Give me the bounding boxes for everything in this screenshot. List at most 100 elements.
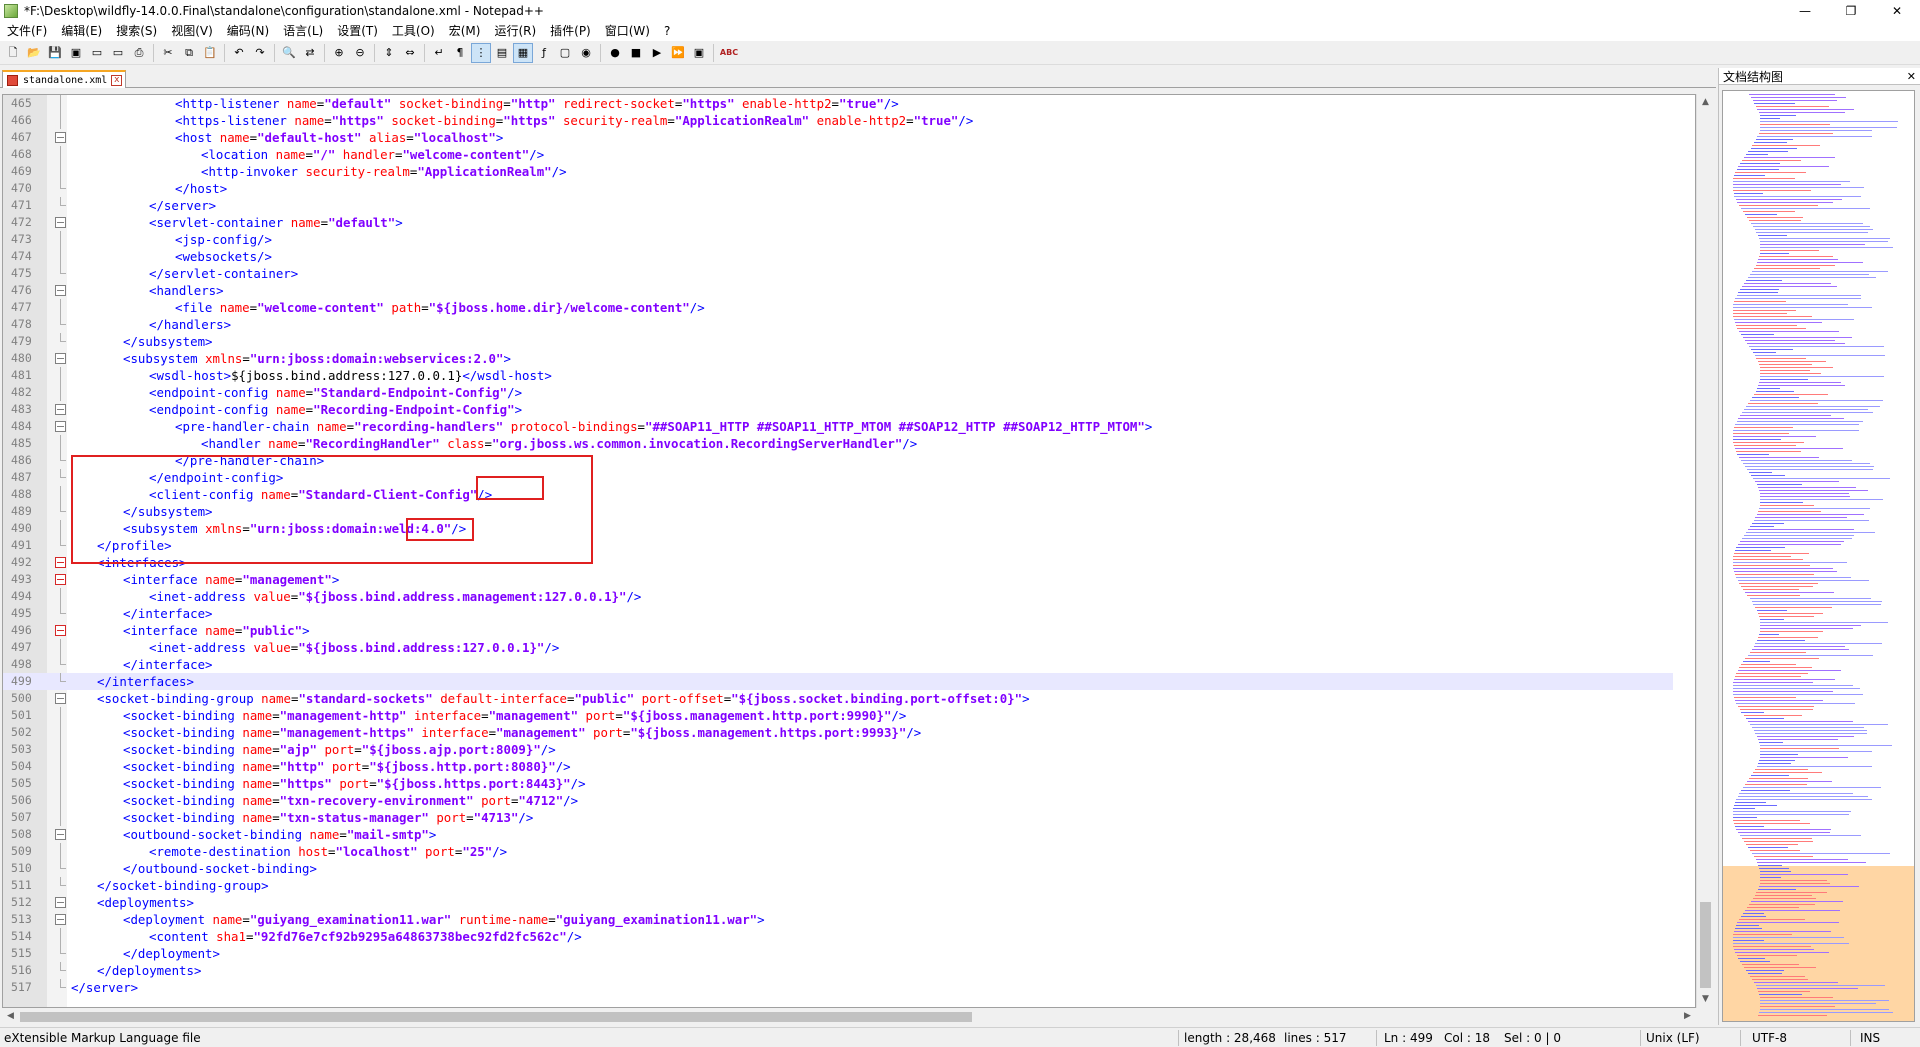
play-macro-icon[interactable]: ▶ bbox=[648, 44, 666, 62]
code-line[interactable]: 481 <wsdl-host>${jboss.bind.address:127.0… bbox=[3, 367, 1673, 384]
code-line[interactable]: 468 <location name="/" handler="welcome-c… bbox=[3, 146, 1673, 163]
code-line[interactable]: 476 <handlers> bbox=[3, 282, 1673, 299]
document-map-close-icon[interactable]: ✕ bbox=[1907, 70, 1916, 83]
open-file-icon[interactable]: 📂 bbox=[25, 44, 43, 62]
scroll-left-icon[interactable]: ◀ bbox=[2, 1008, 19, 1025]
monitor-icon[interactable]: ◉ bbox=[577, 44, 595, 62]
code-line[interactable]: 513 <deployment name="guiyang_examination… bbox=[3, 911, 1673, 928]
menu-item[interactable]: 工具(O) bbox=[385, 22, 442, 41]
code-line[interactable]: 497 <inet-address value="${jboss.bind.add… bbox=[3, 639, 1673, 656]
menu-item[interactable]: 编辑(E) bbox=[54, 22, 109, 41]
code-line[interactable]: 469 <http-invoker security-realm="Applica… bbox=[3, 163, 1673, 180]
sync-vertical-icon[interactable]: ⇕ bbox=[380, 44, 398, 62]
tab-standalone-xml[interactable]: standalone.xml x bbox=[2, 70, 126, 88]
save-all-icon[interactable]: ▣ bbox=[67, 44, 85, 62]
code-line[interactable]: 499 </interfaces> bbox=[3, 673, 1673, 690]
find-icon[interactable]: 🔍 bbox=[280, 44, 298, 62]
print-icon[interactable]: ⎙ bbox=[130, 44, 148, 62]
fold-toggle-icon[interactable] bbox=[53, 894, 67, 911]
menu-item[interactable]: 插件(P) bbox=[543, 22, 598, 41]
code-line[interactable]: 465 <http-listener name = "default" socket-… bbox=[3, 95, 1673, 112]
menu-item[interactable]: 运行(R) bbox=[487, 22, 543, 41]
code-line[interactable]: 511 </socket-binding-group> bbox=[3, 877, 1673, 894]
code-line[interactable]: 479 </subsystem> bbox=[3, 333, 1673, 350]
paste-icon[interactable]: 📋 bbox=[201, 44, 219, 62]
code-line[interactable]: 493 <interface name="management"> bbox=[3, 571, 1673, 588]
record-macro-icon[interactable]: ● bbox=[606, 44, 624, 62]
code-line[interactable]: 498 </interface> bbox=[3, 656, 1673, 673]
minimize-button[interactable]: — bbox=[1782, 0, 1828, 22]
menu-item[interactable]: ? bbox=[657, 22, 677, 41]
fold-toggle-icon[interactable] bbox=[53, 911, 67, 928]
code-line[interactable]: 509 <remote-destination host="localhost" … bbox=[3, 843, 1673, 860]
close-all-icon[interactable]: ▭ bbox=[109, 44, 127, 62]
code-line[interactable]: 507 <socket-binding name="txn-status-mana… bbox=[3, 809, 1673, 826]
code-line[interactable]: 473 <jsp-config/> bbox=[3, 231, 1673, 248]
menu-item[interactable]: 文件(F) bbox=[4, 22, 54, 41]
code-line[interactable]: 500 <socket-binding-group name="standard-… bbox=[3, 690, 1673, 707]
menu-item[interactable]: 搜索(S) bbox=[109, 22, 164, 41]
code-line[interactable]: 504 <socket-binding name="http" port="${j… bbox=[3, 758, 1673, 775]
save-icon[interactable]: 💾 bbox=[46, 44, 64, 62]
maximize-button[interactable]: ❐ bbox=[1828, 0, 1874, 22]
word-wrap-icon[interactable]: ↵ bbox=[430, 44, 448, 62]
udl-icon[interactable]: ▤ bbox=[493, 44, 511, 62]
code-line[interactable]: 510 </outbound-socket-binding> bbox=[3, 860, 1673, 877]
menu-item[interactable]: 语言(L) bbox=[276, 22, 330, 41]
code-line[interactable]: 483 <endpoint-config name="Recording-Endp… bbox=[3, 401, 1673, 418]
menu-item[interactable]: 窗口(W) bbox=[598, 22, 657, 41]
fold-toggle-icon[interactable] bbox=[53, 401, 67, 418]
code-line[interactable]: 482 <endpoint-config name="Standard-Endpo… bbox=[3, 384, 1673, 401]
spell-check-icon[interactable]: ABC bbox=[719, 44, 739, 62]
doc-map-icon[interactable]: ▦ bbox=[513, 42, 533, 63]
code-line[interactable]: 506 <socket-binding name="txn-recovery-en… bbox=[3, 792, 1673, 809]
code-line[interactable]: 503 <socket-binding name="ajp" port="${jb… bbox=[3, 741, 1673, 758]
undo-icon[interactable]: ↶ bbox=[230, 44, 248, 62]
scroll-right-icon[interactable]: ▶ bbox=[1679, 1008, 1696, 1025]
code-line[interactable]: 474 <websockets/> bbox=[3, 248, 1673, 265]
code-line[interactable]: 496 <interface name="public"> bbox=[3, 622, 1673, 639]
vertical-scroll-thumb[interactable] bbox=[1700, 902, 1711, 988]
fold-toggle-icon[interactable] bbox=[53, 826, 67, 843]
code-line[interactable]: 502 <socket-binding name="management-http… bbox=[3, 724, 1673, 741]
code-line[interactable]: 512 <deployments> bbox=[3, 894, 1673, 911]
code-line[interactable]: 515 </deployment> bbox=[3, 945, 1673, 962]
fold-toggle-icon[interactable] bbox=[53, 554, 67, 571]
menu-item[interactable]: 宏(M) bbox=[442, 22, 488, 41]
sync-horizontal-icon[interactable]: ⇔ bbox=[401, 44, 419, 62]
code-line[interactable]: 508 <outbound-socket-binding name="mail-s… bbox=[3, 826, 1673, 843]
folder-workspace-icon[interactable]: ▢ bbox=[556, 44, 574, 62]
code-line[interactable]: 475 </servlet-container> bbox=[3, 265, 1673, 282]
copy-icon[interactable]: ⧉ bbox=[180, 44, 198, 62]
code-line[interactable]: 494 <inet-address value="${jboss.bind.add… bbox=[3, 588, 1673, 605]
scroll-down-icon[interactable]: ▼ bbox=[1697, 991, 1714, 1008]
menu-item[interactable]: 编码(N) bbox=[220, 22, 276, 41]
fold-toggle-icon[interactable] bbox=[53, 129, 67, 146]
function-list-icon[interactable]: ƒ bbox=[535, 44, 553, 62]
redo-icon[interactable]: ↷ bbox=[251, 44, 269, 62]
code-line[interactable]: 485 <handler name = "RecordingHandler" clas… bbox=[3, 435, 1673, 452]
code-line[interactable]: 484 <pre-handler-chain name="recording-ha… bbox=[3, 418, 1673, 435]
replace-icon[interactable]: ⇄ bbox=[301, 44, 319, 62]
fold-toggle-icon[interactable] bbox=[53, 282, 67, 299]
code-line[interactable]: 478 </handlers> bbox=[3, 316, 1673, 333]
menu-item[interactable]: 设置(T) bbox=[330, 22, 385, 41]
new-file-icon[interactable]: 🗋 bbox=[4, 44, 22, 62]
close-window-button[interactable]: ✕ bbox=[1874, 0, 1920, 22]
code-line[interactable]: 516 </deployments> bbox=[3, 962, 1673, 979]
document-map-preview[interactable] bbox=[1722, 90, 1915, 1022]
run-macro-multiple-icon[interactable]: ⏩ bbox=[669, 44, 687, 62]
code-line[interactable]: 470 </host> bbox=[3, 180, 1673, 197]
fold-toggle-icon[interactable] bbox=[53, 571, 67, 588]
scroll-up-icon[interactable]: ▲ bbox=[1697, 94, 1714, 111]
close-icon[interactable]: ▭ bbox=[88, 44, 106, 62]
fold-toggle-icon[interactable] bbox=[53, 214, 67, 231]
code-line[interactable]: 466 <https-listener name="https" socket-b… bbox=[3, 112, 1673, 129]
code-line[interactable]: 471 </server> bbox=[3, 197, 1673, 214]
horizontal-scrollbar[interactable]: ◀ ▶ bbox=[2, 1008, 1713, 1025]
fold-toggle-icon[interactable] bbox=[53, 622, 67, 639]
code-line[interactable]: 480 <subsystem xmlns="urn:jboss:domain:we… bbox=[3, 350, 1673, 367]
fold-toggle-icon[interactable] bbox=[53, 690, 67, 707]
cut-icon[interactable]: ✂ bbox=[159, 44, 177, 62]
code-line[interactable]: 495 </interface> bbox=[3, 605, 1673, 622]
